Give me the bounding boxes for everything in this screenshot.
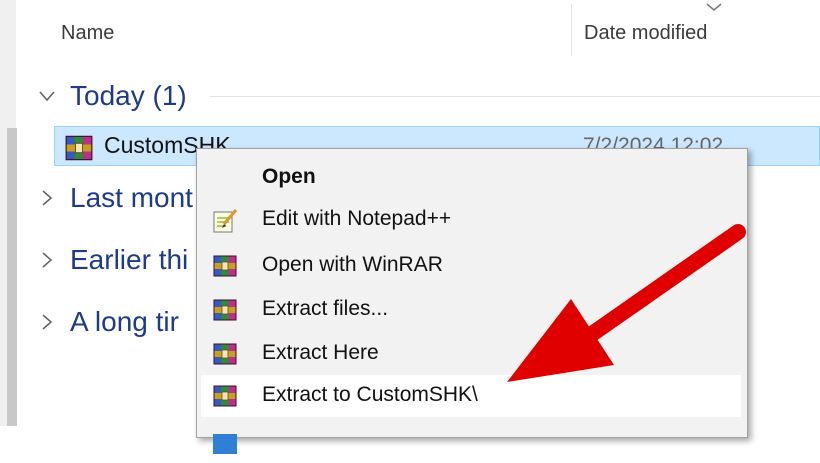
app-icon bbox=[213, 434, 237, 454]
annotation-arrow-icon bbox=[507, 224, 746, 382]
menu-item-next-partial[interactable] bbox=[197, 421, 747, 463]
